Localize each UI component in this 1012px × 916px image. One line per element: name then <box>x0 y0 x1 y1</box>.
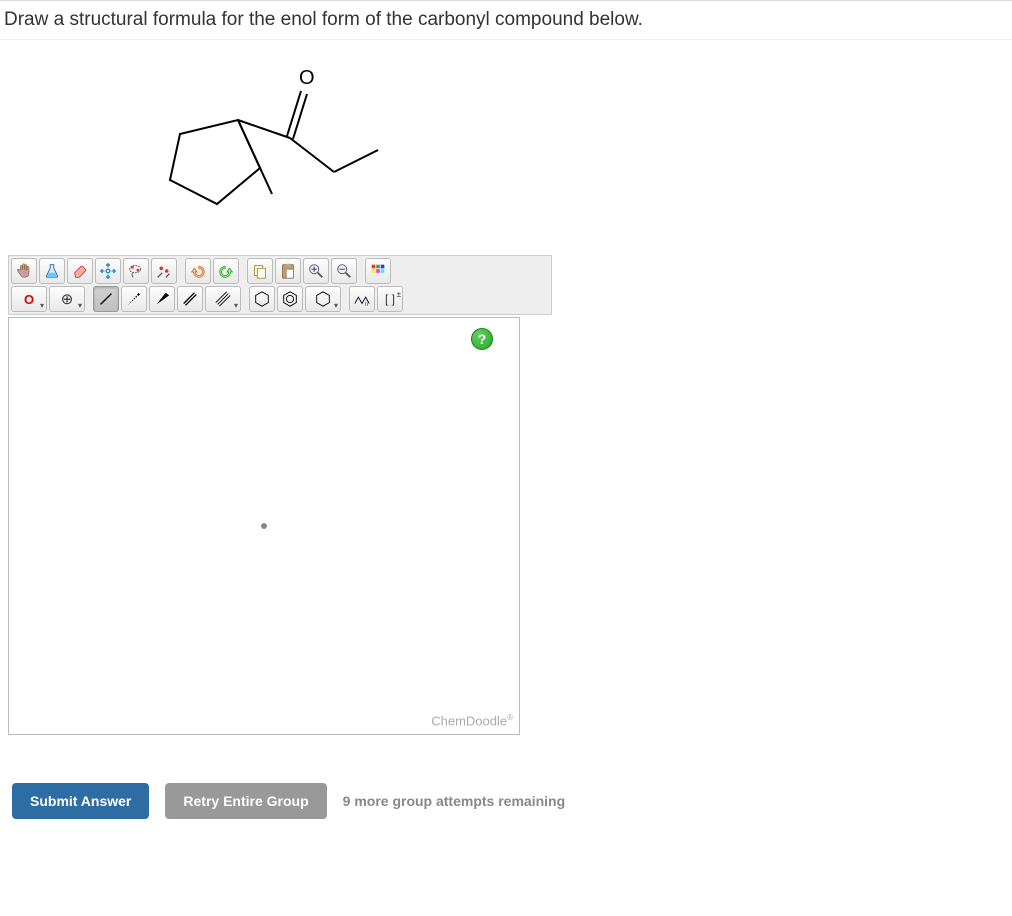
chemdoodle-watermark: ChemDoodle® <box>431 713 513 728</box>
chemdoodle-widget: O ⊕ n [ ]± ? ChemDoodle® <box>8 255 552 735</box>
benzene-icon <box>281 290 299 308</box>
triple-bond-icon <box>214 290 232 308</box>
double-bond-icon <box>181 290 199 308</box>
triple-bond-tool[interactable] <box>205 286 241 312</box>
wedge-bond-tool[interactable] <box>149 286 175 312</box>
toolbar-row-2: O ⊕ n [ ]± <box>11 286 549 312</box>
undo-tool[interactable] <box>185 258 211 284</box>
charge-picker[interactable]: ⊕ <box>49 286 85 312</box>
ring-icon <box>314 290 332 308</box>
lasso-icon <box>127 262 145 280</box>
given-structure: O <box>0 40 1012 245</box>
chain-icon: n <box>353 290 371 308</box>
charge-label: ⊕ <box>61 290 74 308</box>
paste-tool[interactable] <box>275 258 301 284</box>
chain-tool[interactable]: n <box>349 286 375 312</box>
copy-tool[interactable] <box>247 258 273 284</box>
bracket-tool[interactable]: [ ]± <box>377 286 403 312</box>
flask-tool[interactable] <box>39 258 65 284</box>
single-bond-icon <box>97 290 115 308</box>
drawing-canvas[interactable]: ? ChemDoodle® <box>8 317 520 735</box>
single-bond-tool[interactable] <box>93 286 119 312</box>
toolbar-row-1 <box>11 258 549 284</box>
benzene-tool[interactable] <box>277 286 303 312</box>
hexagon-icon <box>253 290 271 308</box>
recessed-bond-icon <box>125 290 143 308</box>
attempts-remaining: 9 more group attempts remaining <box>343 793 565 809</box>
recessed-bond-tool[interactable] <box>121 286 147 312</box>
flask-icon <box>43 262 61 280</box>
undo-icon <box>189 262 207 280</box>
question-container: Draw a structural formula for the enol f… <box>0 0 1012 819</box>
redo-icon <box>217 262 235 280</box>
bracket-label: [ ]± <box>385 292 395 306</box>
eraser-icon <box>71 262 89 280</box>
zoom-in-icon <box>307 262 325 280</box>
zoom-in-tool[interactable] <box>303 258 329 284</box>
canvas-start-atom[interactable] <box>261 523 267 529</box>
zoom-out-icon <box>335 262 353 280</box>
submit-button[interactable]: Submit Answer <box>12 783 149 819</box>
element-picker[interactable]: O <box>11 286 47 312</box>
oxygen-label: O <box>299 67 315 89</box>
ring-picker[interactable] <box>305 286 341 312</box>
double-bond-tool[interactable] <box>177 286 203 312</box>
action-row: Submit Answer Retry Entire Group 9 more … <box>12 783 1012 819</box>
wedge-bond-icon <box>153 290 171 308</box>
clear-tool[interactable] <box>151 258 177 284</box>
help-button[interactable]: ? <box>471 328 493 350</box>
ketone-structure: O <box>150 60 390 220</box>
move-icon <box>99 262 117 280</box>
paste-icon <box>279 262 297 280</box>
element-label: O <box>24 292 34 307</box>
zoom-out-tool[interactable] <box>331 258 357 284</box>
retry-button[interactable]: Retry Entire Group <box>165 783 326 819</box>
svg-text:n: n <box>365 301 369 308</box>
center-tool[interactable] <box>95 258 121 284</box>
redo-tool[interactable] <box>213 258 239 284</box>
clear-icon <box>155 262 173 280</box>
eraser-tool[interactable] <box>67 258 93 284</box>
copy-icon <box>251 262 269 280</box>
color-icon <box>369 262 387 280</box>
toolbar: O ⊕ n [ ]± <box>8 255 552 315</box>
question-text: Draw a structural formula for the enol f… <box>0 1 1012 40</box>
hand-icon <box>15 262 33 280</box>
cyclohexane-tool[interactable] <box>249 286 275 312</box>
color-tool[interactable] <box>365 258 391 284</box>
lasso-tool[interactable] <box>123 258 149 284</box>
hand-tool[interactable] <box>11 258 37 284</box>
